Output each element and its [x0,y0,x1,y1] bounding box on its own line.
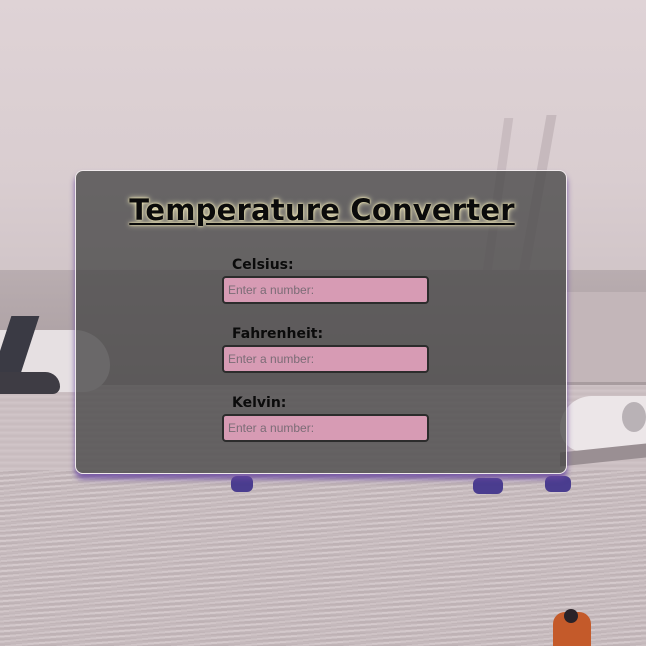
ground-worker-head [564,609,578,623]
kelvin-input[interactable] [222,414,429,442]
landing-gear [231,476,253,492]
converter-card: Temperature Converter Celsius: Fahrenhei… [75,170,567,474]
airplane-engine [622,402,646,432]
airplane-engine [0,372,60,394]
wet-tarmac [0,470,646,646]
landing-gear [473,478,503,494]
landing-gear [545,476,571,492]
fahrenheit-label: Fahrenheit: [232,326,324,342]
fahrenheit-input[interactable] [222,345,429,373]
terminal-building [565,292,646,382]
kelvin-label: Kelvin: [232,395,287,411]
celsius-label: Celsius: [232,257,294,273]
celsius-input[interactable] [222,276,429,304]
page-title: Temperature Converter [129,193,515,227]
